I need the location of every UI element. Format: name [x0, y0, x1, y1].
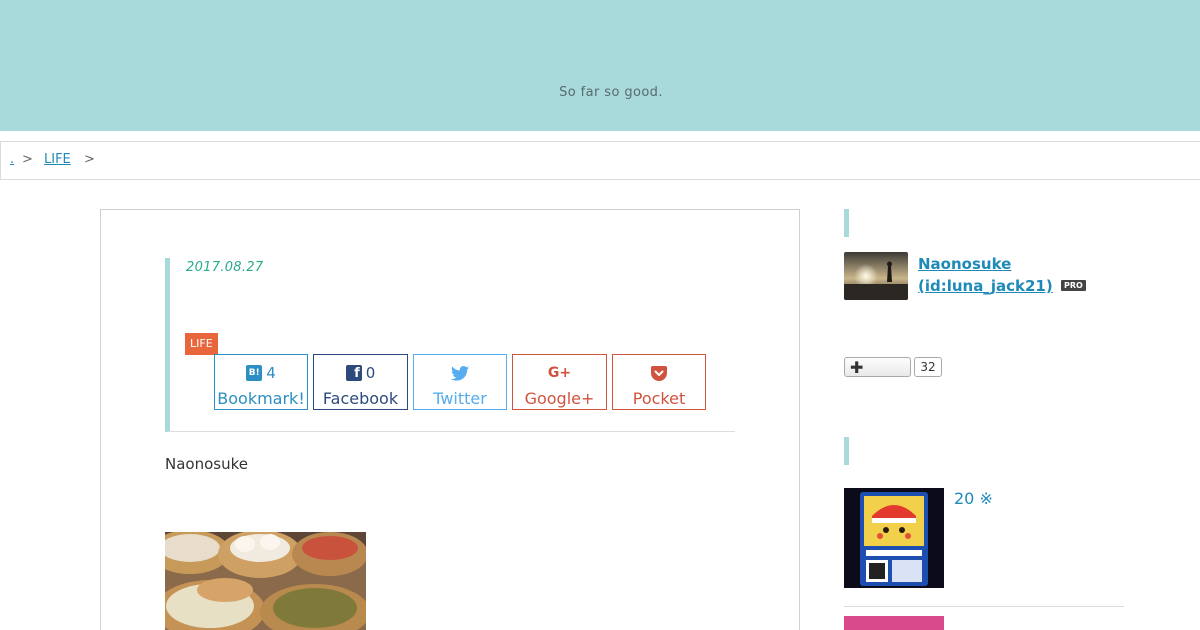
- twitter-icon: [451, 365, 469, 381]
- google-plus-share-button[interactable]: G+ Google+: [512, 354, 607, 410]
- facebook-icon: f: [345, 365, 362, 381]
- facebook-share-button[interactable]: f 0 Facebook: [313, 354, 408, 410]
- hatena-bookmark-count: 4: [266, 364, 276, 382]
- google-plus-icon: G+: [547, 365, 572, 381]
- pocket-share-label: Pocket: [632, 389, 686, 408]
- pocket-icon: [651, 365, 667, 381]
- profile-name-link[interactable]: Naonosuke (id:luna_jack21): [918, 253, 1053, 297]
- hatena-bookmark-label: Bookmark!: [217, 389, 305, 408]
- facebook-share-count: 0: [365, 364, 376, 382]
- google-plus-share-label: Google+: [524, 389, 595, 408]
- sidebar-divider: [844, 606, 1124, 607]
- twitter-share-label: Twitter: [433, 389, 487, 408]
- twitter-share-button[interactable]: Twitter: [413, 354, 507, 410]
- article-photo: [165, 532, 366, 630]
- pro-badge: PRO: [1061, 280, 1086, 291]
- entry-date: 2017.08.27: [186, 260, 264, 275]
- hatena-b-icon: B!: [246, 365, 263, 381]
- profile-id: (id:luna_jack21): [918, 277, 1053, 295]
- follow-button[interactable]: ✚: [844, 357, 911, 377]
- facebook-share-label: Facebook: [322, 389, 399, 408]
- category-label[interactable]: LIFE: [185, 333, 218, 355]
- plus-icon: ✚: [850, 358, 864, 377]
- pocket-share-button[interactable]: Pocket: [612, 354, 706, 410]
- recent-post-title-link[interactable]: 20 ※: [954, 489, 993, 508]
- author-name: Naonosuke: [165, 455, 248, 473]
- breadcrumb: . > LIFE >: [0, 141, 1200, 180]
- profile-display-name: Naonosuke: [918, 255, 1012, 273]
- breadcrumb-separator: >: [84, 152, 95, 167]
- recent-post-thumbnail[interactable]: [844, 488, 944, 588]
- breadcrumb-separator: >: [22, 152, 33, 167]
- recent-post-thumbnail[interactable]: [844, 616, 944, 630]
- breadcrumb-category-link[interactable]: LIFE: [44, 152, 71, 167]
- avatar[interactable]: [844, 252, 908, 300]
- breadcrumb-home-link[interactable]: .: [10, 152, 14, 167]
- hatena-bookmark-button[interactable]: B! 4 Bookmark!: [214, 354, 308, 410]
- sidebar-section-marker: [844, 437, 849, 465]
- blog-header: So far so good.: [0, 0, 1200, 131]
- blog-tagline: So far so good.: [559, 85, 663, 100]
- follower-count: 32: [914, 357, 942, 377]
- sidebar-section-marker: [844, 209, 849, 237]
